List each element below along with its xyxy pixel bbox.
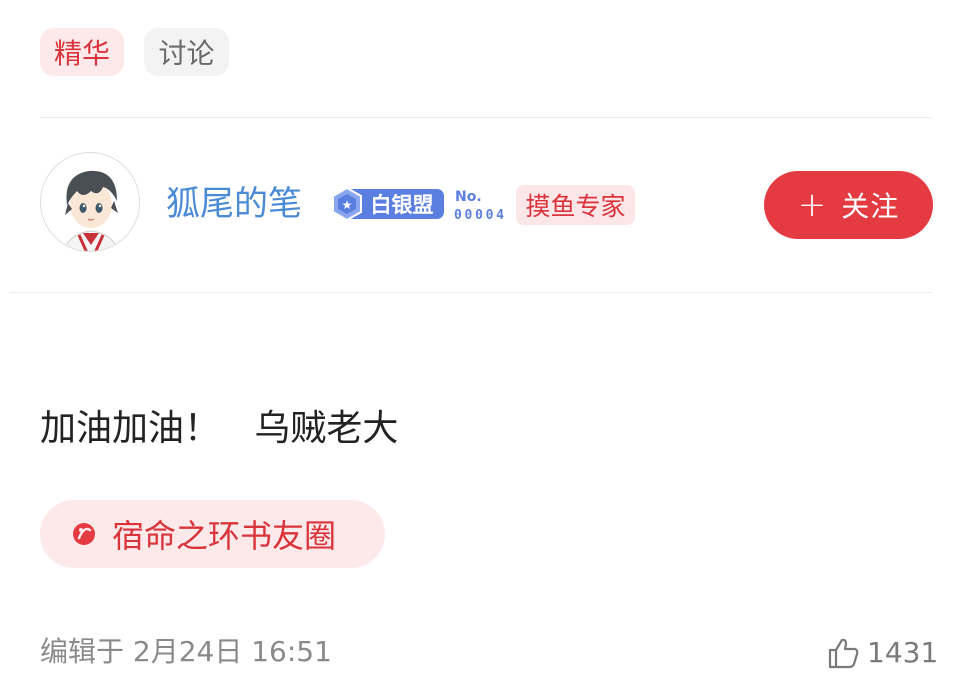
author-name[interactable]: 狐尾的笔 <box>166 182 302 226</box>
tag-featured[interactable]: 精华 <box>40 28 124 76</box>
plus-icon: + <box>797 185 828 225</box>
follow-button[interactable]: + 关注 <box>764 171 933 239</box>
star-shield-icon: ★ <box>342 198 353 212</box>
member-number-badge: No. 00004 <box>453 186 505 223</box>
like-button[interactable]: 1431 <box>827 633 938 673</box>
edited-timestamp: 编辑于 2月24日 16:51 <box>40 635 332 668</box>
tag-discussion[interactable]: 讨论 <box>144 28 229 76</box>
avatar[interactable] <box>40 152 140 252</box>
divider-top <box>40 117 932 118</box>
title-badge: 摸鱼专家 <box>516 185 635 225</box>
circle-logo-icon <box>73 523 95 545</box>
book-circle-chip[interactable]: 宿命之环书友圈 <box>40 500 385 568</box>
thumbs-up-icon <box>828 638 859 669</box>
member-number-prefix: No. <box>455 189 482 205</box>
book-circle-label: 宿命之环书友圈 <box>112 517 337 555</box>
post-content: 加油加油！ 乌贼老大 <box>40 408 399 449</box>
divider-author <box>10 292 932 293</box>
like-count: 1431 <box>867 636 939 669</box>
follow-label: 关注 <box>841 190 900 223</box>
silver-alliance-badge: ★ 白银盟 <box>330 186 445 222</box>
avatar-image <box>41 153 139 251</box>
silver-badge-label: 白银盟 <box>371 193 434 217</box>
member-number-value: 00004 <box>454 208 504 222</box>
